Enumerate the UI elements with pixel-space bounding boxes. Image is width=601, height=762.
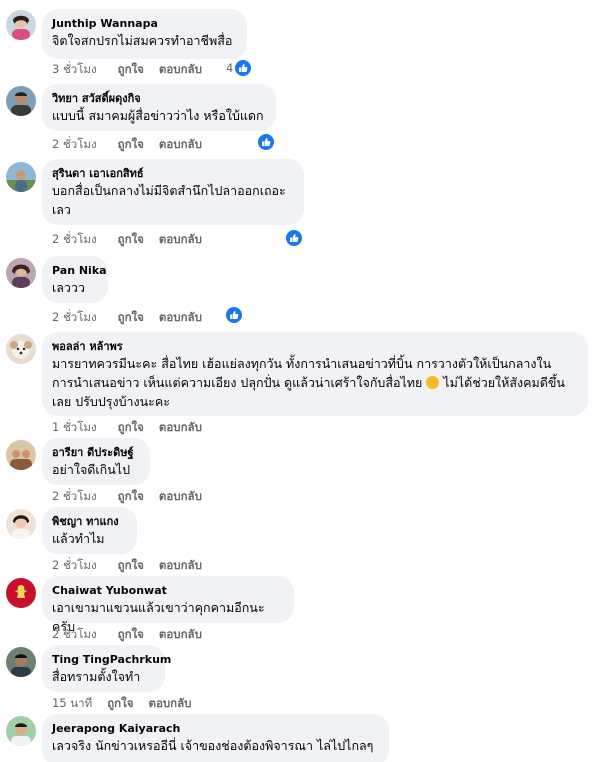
comment-time[interactable]: 2 ชั่วโมง: [52, 488, 97, 506]
sad-face-emoji-icon: [426, 376, 440, 389]
like-button[interactable]: ถูกใจ: [118, 626, 144, 644]
comment-actions: 2 ชั่วโมง ถูกใจ ตอบกลับ: [52, 231, 217, 249]
comment-text: จิตใจสกปรกไม่สมควรทำอาชีพสื่อ: [52, 33, 233, 48]
comment-actions: 1 ชั่วโมง ถูกใจ ตอบกลับ: [52, 419, 217, 437]
comment-actions: 2 ชั่วโมง ถูกใจ ตอบกลับ: [52, 136, 217, 154]
comment-author[interactable]: สุรินดา เอาเอกสิทธ์: [52, 166, 293, 181]
comment-text: บอกสื่อเป็นกลางไม่มีจิตสำนึกไปลาออกเถอะ …: [52, 183, 286, 217]
comment-time[interactable]: 2 ชั่วโมง: [52, 557, 97, 575]
comment-bubble: สุรินดา เอาเอกสิทธ์ บอกสื่อเป็นกลางไม่มี…: [42, 159, 304, 225]
comment-bubble: วิทยา สวัสดิ์ผดุงกิจ แบบนี้ สมาคมผู้สื่อ…: [42, 84, 276, 131]
comment-text: อย่าใจดีเกินไป: [52, 462, 131, 477]
comment-bubble: อารียา ดีประดิษฐ์ อย่าใจดีเกินไป: [42, 438, 150, 485]
group-avatar-icon[interactable]: [6, 440, 36, 470]
comment-author[interactable]: Pan Nika: [52, 263, 107, 278]
comment-bubble: พิชญา ทาแกง แล้วทำไม: [42, 507, 137, 554]
like-button[interactable]: ถูกใจ: [118, 61, 144, 79]
comment-time[interactable]: 2 ชั่วโมง: [52, 309, 97, 327]
comment-author[interactable]: อารียา ดีประดิษฐ์: [52, 445, 139, 460]
comment-time[interactable]: 2 ชั่วโมง: [52, 136, 97, 154]
comment-time[interactable]: 3 ชั่วโมง: [52, 61, 97, 79]
like-button[interactable]: ถูกใจ: [118, 231, 144, 249]
comment-bubble: Chaiwat Yubonwat เอาเขามาแขวนแล้วเขาว่าค…: [42, 576, 294, 634]
reply-button[interactable]: ตอบกลับ: [159, 488, 202, 506]
comment-actions: 2 ชั่วโมง ถูกใจ ตอบกลับ: [52, 557, 217, 575]
like-button[interactable]: ถูกใจ: [118, 557, 144, 575]
like-button[interactable]: ถูกใจ: [118, 309, 144, 327]
reaction-count[interactable]: 4: [226, 60, 252, 76]
woman-avatar-icon[interactable]: [6, 258, 36, 288]
comment-actions: 2 ชั่วโมง ถูกใจ ตอบกลับ: [52, 626, 217, 644]
comment-text: แล้วทำไม: [52, 531, 105, 546]
comment-author[interactable]: Chaiwat Yubonwat: [52, 583, 283, 598]
comment-text-line: ไม่ได้ช่วยให้สังคมดีขึ้น: [439, 375, 565, 390]
comment-actions: 2 ชั่วโมง ถูกใจ ตอบกลับ: [52, 309, 217, 327]
like-button[interactable]: ถูกใจ: [118, 136, 144, 154]
woman-avatar-icon[interactable]: [6, 10, 36, 40]
liverpool-crest-avatar-icon[interactable]: [6, 578, 36, 608]
comment-time[interactable]: 2 ชั่วโมง: [52, 231, 97, 249]
thumbs-up-icon: [226, 307, 242, 323]
man-avatar-icon[interactable]: [6, 716, 36, 746]
comment-author[interactable]: Jeerapong Kaiyarach: [52, 721, 378, 736]
comment-text: เลวจริง นักข่าวเหรออีนี่ เจ้าของช่องต้อง…: [52, 738, 374, 753]
like-button[interactable]: ถูกใจ: [118, 488, 144, 506]
reply-button[interactable]: ตอบกลับ: [159, 419, 202, 437]
reaction-count[interactable]: [286, 230, 302, 246]
comment-bubble: Jeerapong Kaiyarach เลวจริง นักข่าวเหรออ…: [42, 714, 389, 762]
reply-button[interactable]: ตอบกลับ: [159, 626, 202, 644]
comment-text: มารยาทควรมีนะคะ สื่อไทย เฮ้อแย่ลงทุกวัน …: [52, 354, 577, 411]
reaction-count[interactable]: [226, 307, 242, 323]
comment-text-line: การนำเสนอข่าว เห็นแต่ความเอียง ปลุกปั่น …: [52, 375, 423, 390]
comment-author[interactable]: พอลล่า หล้าพร: [52, 339, 577, 354]
dog-avatar-icon[interactable]: [6, 334, 36, 364]
comment-bubble: Ting TingPachrkum สื่อทรามตั้งใจทำ: [42, 645, 171, 692]
man-avatar-icon[interactable]: [6, 647, 36, 677]
comment-actions: 15 นาที ถูกใจ ตอบกลับ: [52, 695, 206, 713]
woman-avatar-icon[interactable]: [6, 509, 36, 539]
comment-actions: 2 ชั่วโมง ถูกใจ ตอบกลับ: [52, 488, 217, 506]
thumbs-up-icon: [286, 230, 302, 246]
comment-actions: 3 ชั่วโมง ถูกใจ ตอบกลับ: [52, 61, 217, 79]
thumbs-up-icon: [258, 134, 274, 150]
comment-text-line: เลย ปรับปรุงบ้างนะคะ: [52, 394, 170, 409]
comment-time[interactable]: 1 ชั่วโมง: [52, 419, 97, 437]
reply-button[interactable]: ตอบกลับ: [159, 557, 202, 575]
reply-button[interactable]: ตอบกลับ: [148, 695, 191, 713]
man-avatar-icon[interactable]: [6, 86, 36, 116]
comment-bubble: Junthip Wannapa จิตใจสกปรกไม่สมควรทำอาชี…: [42, 9, 247, 59]
like-button[interactable]: ถูกใจ: [107, 695, 133, 713]
reply-button[interactable]: ตอบกลับ: [159, 61, 202, 79]
reply-button[interactable]: ตอบกลับ: [159, 309, 202, 327]
comment-time[interactable]: 15 นาที: [52, 695, 92, 713]
comment-text: แบบนี้ สมาคมผู้สื่อข่าวว่าไง หรือใบ้แดก: [52, 108, 264, 123]
comment-time[interactable]: 2 ชั่วโมง: [52, 626, 97, 644]
reaction-count[interactable]: [258, 134, 274, 150]
reply-button[interactable]: ตอบกลับ: [159, 136, 202, 154]
reply-button[interactable]: ตอบกลับ: [159, 231, 202, 249]
comment-author[interactable]: วิทยา สวัสดิ์ผดุงกิจ: [52, 91, 265, 106]
comment-author[interactable]: พิชญา ทาแกง: [52, 514, 126, 529]
comment-author[interactable]: Ting TingPachrkum: [52, 652, 171, 667]
landscape-avatar-icon[interactable]: [6, 162, 36, 192]
comment-author[interactable]: Junthip Wannapa: [52, 16, 236, 31]
like-button[interactable]: ถูกใจ: [118, 419, 144, 437]
comment-bubble: Pan Nika เลววว: [42, 256, 108, 303]
reaction-count-value: 4: [226, 61, 234, 75]
comment-bubble: พอลล่า หล้าพร มารยาทควรมีนะคะ สื่อไทย เฮ…: [42, 332, 588, 416]
thumbs-up-icon: [235, 60, 252, 76]
comment-text-line: มารยาทควรมีนะคะ สื่อไทย เฮ้อแย่ลงทุกวัน …: [52, 356, 552, 371]
comment-text: เลววว: [52, 280, 85, 295]
comment-text: สื่อทรามตั้งใจทำ: [52, 669, 141, 684]
